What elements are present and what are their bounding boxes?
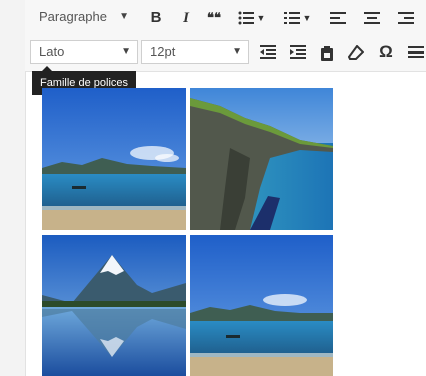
indent-button[interactable]: [287, 40, 309, 64]
align-center-button[interactable]: [361, 6, 383, 30]
align-right-button[interactable]: [395, 6, 417, 30]
bullet-list-button[interactable]: [235, 6, 257, 30]
font-size-select[interactable]: 12pt ▼: [141, 40, 249, 64]
left-rail: [0, 0, 25, 376]
numbered-list-button[interactable]: [281, 6, 303, 30]
bold-button[interactable]: B: [145, 6, 167, 30]
clipboard-icon: [321, 46, 333, 61]
paste-as-text-button[interactable]: [316, 40, 338, 64]
chevron-down-icon: ▼: [232, 46, 242, 57]
special-character-button[interactable]: Ω: [375, 40, 397, 64]
chevron-down-icon: ▼: [119, 11, 129, 22]
outdent-button[interactable]: [257, 40, 279, 64]
format-select[interactable]: Paragraphe ▼: [31, 6, 135, 30]
toolbar-row-1: Paragraphe ▼ B I ❝❝ ▼ ▼: [25, 4, 426, 34]
blockquote-button[interactable]: ❝❝: [203, 6, 225, 30]
coastal-cliffs-image: [190, 88, 333, 230]
font-size-select-value: 12pt: [150, 44, 176, 59]
outdent-icon: [260, 45, 276, 59]
gallery-image-cliffs[interactable]: [190, 88, 333, 230]
align-right-icon: [398, 12, 414, 24]
align-center-icon: [364, 12, 380, 24]
indent-icon: [290, 45, 306, 59]
clear-formatting-button[interactable]: [345, 40, 367, 64]
lake-landscape-image: [42, 88, 186, 230]
chevron-down-icon: ▼: [121, 46, 131, 57]
numbered-list-dropdown[interactable]: ▼: [302, 6, 312, 30]
editor-toolbar: Paragraphe ▼ B I ❝❝ ▼ ▼ Lato ▼ 12pt ▼ Ω: [25, 0, 426, 72]
gallery-image-lake-1[interactable]: [42, 88, 186, 230]
toolbar-toggle-icon: [407, 46, 424, 58]
align-left-icon: [330, 12, 346, 24]
format-select-value: Paragraphe: [39, 9, 107, 24]
mountain-reflection-image: [42, 235, 186, 376]
font-family-select[interactable]: Lato ▼: [30, 40, 138, 64]
font-family-select-value: Lato: [39, 44, 65, 59]
bullet-list-icon: [238, 11, 254, 25]
lake-landscape-image: [190, 235, 333, 376]
gallery-image-lake-2[interactable]: [190, 235, 333, 376]
bullet-list-dropdown[interactable]: ▼: [256, 6, 266, 30]
eraser-icon: [348, 45, 364, 60]
toolbar-row-2: Lato ▼ 12pt ▼ Ω: [25, 38, 426, 68]
numbered-list-icon: [284, 12, 300, 24]
gallery-image-mountain[interactable]: [42, 235, 186, 376]
toolbar-toggle-button[interactable]: [405, 40, 426, 64]
italic-button[interactable]: I: [175, 6, 197, 30]
align-left-button[interactable]: [327, 6, 349, 30]
